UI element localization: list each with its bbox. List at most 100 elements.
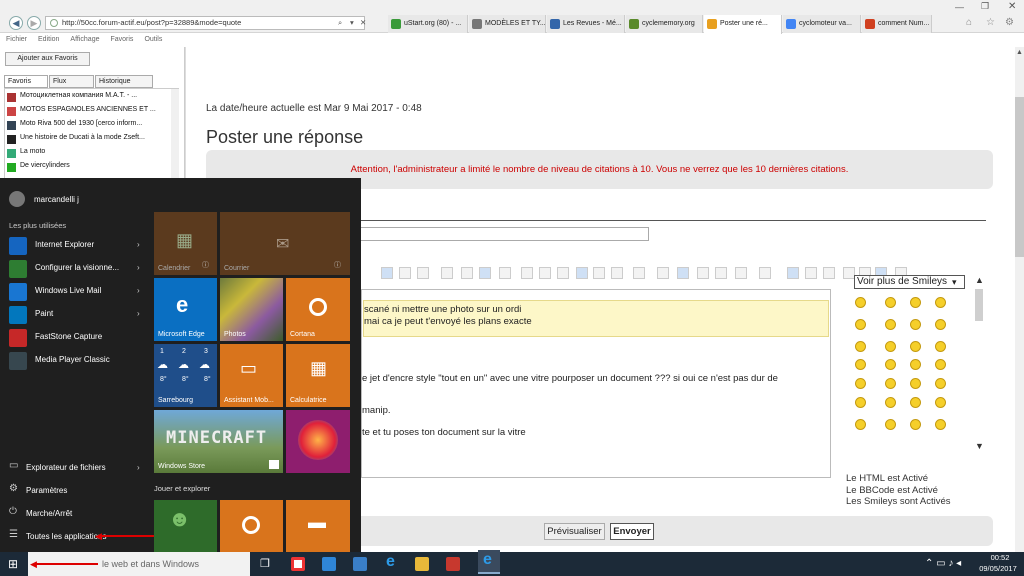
xbox-tile[interactable]: ☻ (154, 500, 217, 552)
start-app-item[interactable]: Internet Explorer › (9, 237, 149, 255)
smiley-icon[interactable] (910, 359, 921, 370)
user-name[interactable]: marcandelli j (34, 195, 79, 204)
minecraft-tile[interactable]: MINECRAFT Windows Store (154, 410, 283, 473)
start-app-item[interactable]: FastStone Capture (9, 329, 149, 347)
browser-tab[interactable]: Poster une ré... (704, 15, 782, 34)
tab-historique[interactable]: Historique (95, 75, 153, 88)
tab-favoris[interactable]: Favoris (4, 75, 48, 88)
menu-outils[interactable]: Outils (144, 36, 162, 43)
browser-tab[interactable]: MODÈLES ET TY... (469, 15, 546, 33)
internet-explorer-taskbar-button[interactable]: e (478, 550, 500, 574)
chevron-up-icon[interactable]: ▲ (975, 275, 984, 285)
toolbar-button-icon[interactable] (417, 267, 429, 279)
favorite-item[interactable]: Moto Riva 500 del 1930 [cerco inform... (7, 120, 142, 130)
calendar-tile[interactable]: ▦ Calendrier ⓘ (154, 212, 217, 275)
calculator-tile[interactable]: ▦ Calculatrice (286, 344, 350, 407)
taskbar-search-box[interactable]: le web et dans Windows ◀ (28, 552, 250, 576)
add-favorites-button[interactable]: Ajouter aux Favoris (5, 52, 90, 66)
toolbar-button-icon[interactable] (461, 267, 473, 279)
toolbar-button-icon[interactable] (677, 267, 689, 279)
smiley-icon[interactable] (885, 359, 896, 370)
toolbar-button-icon[interactable] (735, 267, 747, 279)
clock-time[interactable]: 00:52 (982, 553, 1018, 562)
smiley-icon[interactable] (885, 341, 896, 352)
toolbar-button-icon[interactable] (576, 267, 588, 279)
candy-crush-tile[interactable] (286, 410, 350, 473)
search-icon[interactable]: ⌕ (338, 17, 342, 29)
toolbar-button-icon[interactable] (759, 267, 771, 279)
smiley-icon[interactable] (935, 419, 946, 430)
url-input[interactable]: http://50cc.forum-actif.eu/post?p=32889&… (45, 16, 366, 30)
toolbar-button-icon[interactable] (823, 267, 835, 279)
favorite-item[interactable]: Une histoire de Ducati à la mode Zseft..… (7, 134, 145, 144)
favorite-item[interactable]: La moto (7, 148, 45, 158)
smileys-scrollbar[interactable]: ▲ ▼ (973, 275, 985, 453)
app-icon[interactable] (446, 557, 460, 571)
forward-icon[interactable]: ▶ (27, 16, 41, 30)
smiley-icon[interactable] (910, 419, 921, 430)
cortana-tile[interactable]: Cortana (286, 278, 350, 341)
smiley-icon[interactable] (855, 341, 866, 352)
toolbar-button-icon[interactable] (633, 267, 645, 279)
send-button[interactable]: Envoyer (610, 523, 654, 540)
settings-item[interactable]: ⚙ Paramètres (9, 483, 67, 495)
scroll-thumb[interactable] (1015, 97, 1024, 257)
start-app-item[interactable]: Media Player Classic (9, 352, 149, 370)
chrome-icon[interactable] (291, 557, 305, 571)
smiley-icon[interactable] (855, 378, 866, 389)
chevron-down-icon[interactable]: ▼ (975, 441, 984, 451)
smiley-icon[interactable] (885, 397, 896, 408)
edge-icon[interactable]: e (386, 553, 395, 571)
dropdown-icon[interactable]: ▾ (350, 17, 354, 29)
toolbar-button-icon[interactable] (805, 267, 817, 279)
chevron-up-icon[interactable]: ▲ (1016, 49, 1023, 56)
message-textarea[interactable]: scané ni mettre une photo sur un ordi ma… (361, 289, 831, 478)
browser-tab[interactable]: Les Revues - Mé... (547, 15, 625, 33)
browser-tab[interactable]: uStart.org (80) - ... (388, 15, 468, 33)
toolbar-button-icon[interactable] (399, 267, 411, 279)
toolbar-button-icon[interactable] (539, 267, 551, 279)
smiley-icon[interactable] (855, 297, 866, 308)
smiley-icon[interactable] (885, 378, 896, 389)
smiley-icon[interactable] (885, 297, 896, 308)
power-item[interactable]: ⏻ Marche/Arrêt (9, 506, 72, 518)
smiley-icon[interactable] (935, 341, 946, 352)
smiley-icon[interactable] (910, 341, 921, 352)
smiley-icon[interactable] (855, 419, 866, 430)
toolbar-button-icon[interactable] (657, 267, 669, 279)
smiley-icon[interactable] (935, 319, 946, 330)
toolbar-button-icon[interactable] (611, 267, 623, 279)
favorites-star-icon[interactable]: ☆ (986, 17, 995, 28)
smiley-icon[interactable] (910, 378, 921, 389)
movies-tile[interactable]: ▬ (286, 500, 350, 552)
mail-tile[interactable]: ✉ Courrier ⓘ (220, 212, 350, 275)
toolbar-button-icon[interactable] (557, 267, 569, 279)
settings-gear-icon[interactable]: ⚙ (1005, 17, 1014, 28)
page-scrollbar[interactable]: ▲ (1015, 47, 1024, 552)
smiley-icon[interactable] (885, 319, 896, 330)
subject-input[interactable] (355, 227, 649, 241)
app-icon[interactable] (322, 557, 336, 571)
start-app-item[interactable]: Paint › (9, 306, 149, 324)
smiley-icon[interactable] (855, 319, 866, 330)
start-app-item[interactable]: Configurer la visionne... › (9, 260, 149, 278)
app-icon[interactable] (353, 557, 367, 571)
weather-tile[interactable]: 1 2 3 ☁ ☁ ☁ 8° 8° 8° Sarrebourg (154, 344, 217, 407)
smiley-icon[interactable] (935, 359, 946, 370)
clock-date[interactable]: 09/05/2017 (976, 564, 1020, 573)
edge-tile[interactable]: e Microsoft Edge (154, 278, 217, 341)
restore-button[interactable]: ❐ (981, 1, 989, 12)
toolbar-button-icon[interactable] (521, 267, 533, 279)
close-button[interactable]: ✕ (1008, 1, 1016, 12)
photos-tile[interactable]: Photos (220, 278, 283, 341)
toolbar-button-icon[interactable] (593, 267, 605, 279)
browser-tab[interactable]: cyclememory.org (626, 15, 703, 33)
menu-edition[interactable]: Edition (38, 36, 59, 43)
favorite-item[interactable]: De viercylinders (7, 162, 70, 172)
windows-start-icon[interactable]: ⊞ (8, 557, 18, 571)
minimize-button[interactable]: — (955, 2, 964, 12)
toolbar-button-icon[interactable] (441, 267, 453, 279)
browser-tab[interactable]: comment Num... (862, 15, 932, 33)
preview-button[interactable]: Prévisualiser (544, 523, 605, 540)
refresh-icon[interactable]: ✕ (360, 17, 366, 29)
